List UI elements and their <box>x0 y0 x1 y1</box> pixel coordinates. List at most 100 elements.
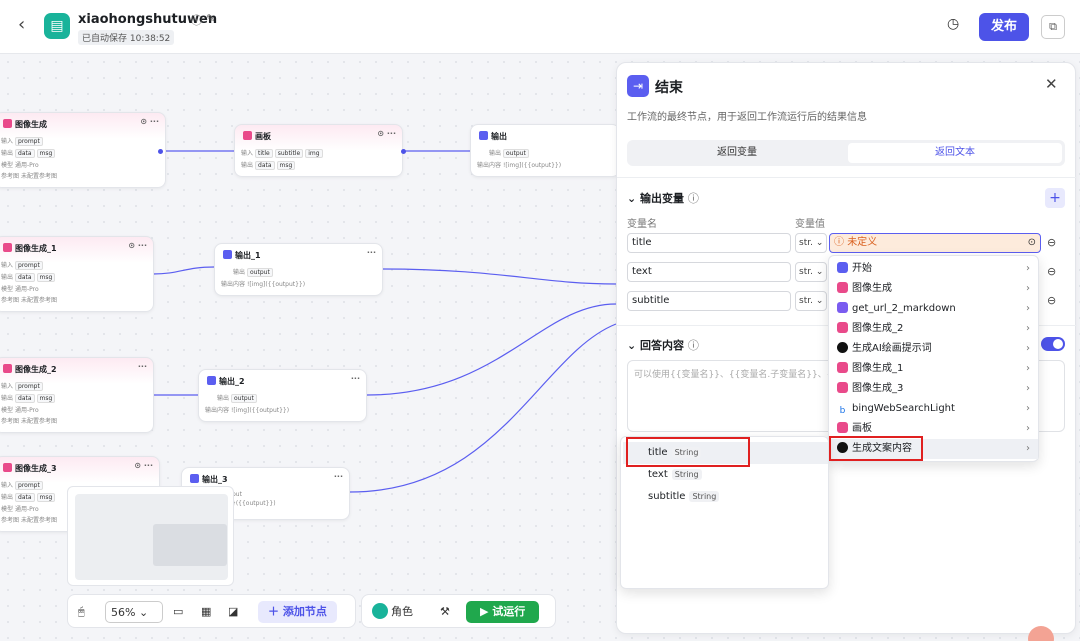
node-menu-icon[interactable]: ⊙ ··· <box>134 461 153 470</box>
zoom-select[interactable]: 56% ⌄ <box>105 601 163 623</box>
dropdown-item[interactable]: 图像生成_1 › <box>831 359 1038 379</box>
edge <box>349 323 617 493</box>
node-picker-dropdown: 开始 › 图像生成 › get_url_2_markdown › 图像生成_2 › 生成… <box>828 255 1039 462</box>
layout-icon[interactable]: ▦ <box>201 601 211 623</box>
output-icon <box>223 250 232 259</box>
board-icon <box>243 131 252 140</box>
publish-button[interactable]: 发布 <box>979 13 1029 41</box>
output-section-title[interactable]: ⌄ 输出变量 ⓘ <box>627 190 699 206</box>
add-variable-button[interactable]: + <box>1045 188 1065 208</box>
minimap-icon[interactable]: ◪ <box>228 601 238 623</box>
chevron-left-icon[interactable]: ‹ <box>18 14 25 35</box>
app-logo: ▤ <box>44 13 70 39</box>
dropdown-item[interactable]: b bingWebSearchLight › <box>831 399 1038 419</box>
tab-return-variables[interactable]: 返回变量 <box>630 143 844 163</box>
variable-option[interactable]: text String <box>623 464 828 486</box>
image-gen-node[interactable]: 图像生成_2 ··· 输入 prompt 输出 data msg 模型 通用-Pro 参… <box>0 357 154 433</box>
node-row: 输出 data msg <box>0 271 153 283</box>
remove-variable-icon[interactable]: ⊖ <box>1047 236 1056 249</box>
image-gen-icon <box>3 364 12 373</box>
node-row: 输出 data msg <box>0 147 165 159</box>
info-icon[interactable]: ⓘ <box>191 12 202 28</box>
chevron-right-icon: › <box>1026 283 1030 294</box>
history-icon[interactable]: ◷ <box>947 16 959 32</box>
node-menu-icon[interactable]: ··· <box>334 472 343 481</box>
var-name-input[interactable]: text <box>627 262 791 282</box>
edit-icon[interactable]: ✎ <box>206 12 215 25</box>
chevron-right-icon: › <box>1026 363 1030 374</box>
minimap-canvas <box>75 494 228 580</box>
minimap[interactable] <box>67 486 234 586</box>
node-menu-icon[interactable]: ··· <box>351 374 360 383</box>
output-node[interactable]: 输出_2 ··· 输出 output 输出内容 ![img]({{output}}) <box>198 369 367 422</box>
image-gen-node[interactable]: 图像生成 ⊙ ··· 输入 prompt 输出 data msg 模型 通用-Pro 参… <box>0 112 166 188</box>
node-menu-icon[interactable]: ⊙ ··· <box>377 129 396 138</box>
comment-icon[interactable]: ▭ <box>173 601 183 623</box>
close-icon[interactable]: ✕ <box>1045 75 1058 93</box>
return-tabs: 返回变量 返回文本 <box>627 140 1065 166</box>
output-node[interactable]: 输出_1 ··· 输出 output 输出内容 ![img]({{output}}) <box>214 243 383 296</box>
end-icon: ⇥ <box>627 75 649 97</box>
node-row: 输入 prompt <box>0 135 165 147</box>
dropdown-item[interactable]: get_url_2_markdown › <box>831 299 1038 319</box>
image-gen-icon <box>837 322 848 333</box>
node-menu-icon[interactable]: ··· <box>138 362 147 371</box>
chevron-right-icon: › <box>1026 343 1030 354</box>
dropdown-item[interactable]: 开始 › <box>831 259 1038 279</box>
image-gen-icon <box>3 243 12 252</box>
node-menu-icon[interactable]: ··· <box>367 248 376 257</box>
debug-icon[interactable]: ⚒ <box>440 601 450 623</box>
node-menu-icon[interactable]: ⊙ ··· <box>128 241 147 250</box>
node-row: 输出 data msg <box>0 392 153 404</box>
duplicate-icon[interactable]: ⧉ <box>1041 15 1065 39</box>
role-button[interactable]: 角色 <box>372 601 413 623</box>
stream-toggle[interactable] <box>1041 337 1065 351</box>
node-title: 输出 <box>491 132 507 141</box>
dropdown-item[interactable]: 图像生成_2 › <box>831 319 1038 339</box>
var-name-input[interactable]: subtitle <box>627 291 791 311</box>
dropdown-item[interactable]: 图像生成_3 › <box>831 379 1038 399</box>
node-row: 输出内容 ![img]({{output}}) <box>205 407 290 414</box>
chevron-right-icon: › <box>1026 323 1030 334</box>
info-icon: ⓘ <box>687 192 699 205</box>
image-gen-icon <box>837 382 848 393</box>
remove-variable-icon[interactable]: ⊖ <box>1047 294 1056 307</box>
var-type-select[interactable]: str. ⌄ <box>795 291 827 311</box>
node-row: 输出 output <box>215 266 382 278</box>
chevron-right-icon: › <box>1026 263 1030 274</box>
output-port[interactable] <box>401 149 406 154</box>
image-gen-icon <box>3 463 12 472</box>
start-icon <box>837 262 848 273</box>
node-menu-icon[interactable]: ⊙ ··· <box>140 117 159 126</box>
var-type-select[interactable]: str. ⌄ <box>795 262 827 282</box>
dropdown-item[interactable]: 生成AI绘画提示词 › <box>831 339 1038 359</box>
panel-description: 工作流的最终节点，用于返回工作流运行后的结果信息 <box>627 112 867 123</box>
var-name-input[interactable]: title <box>627 233 791 253</box>
mouse-icon[interactable]: 🖱 <box>78 601 85 623</box>
canvas-toolbar: 🖱 56% ⌄ ▭ ▦ ◪ ＋ 添加节点 <box>67 594 356 628</box>
image-gen-node[interactable]: 图像生成_1 ⊙ ··· 输入 prompt 输出 data msg 模型 通用-Pro… <box>0 236 154 312</box>
node-title: 画板 <box>255 132 271 141</box>
node-title: 图像生成_3 <box>15 464 57 473</box>
answer-section-title[interactable]: ⌄ 回答内容 ⓘ <box>627 337 699 353</box>
test-run-button[interactable]: ▶ 试运行 <box>466 601 540 623</box>
edge <box>366 303 617 396</box>
remove-variable-icon[interactable]: ⊖ <box>1047 265 1056 278</box>
node-row: 参考图 未配置参考图 <box>1 418 57 425</box>
divider <box>617 177 1077 178</box>
node-title: 输出_3 <box>202 475 228 484</box>
output-port[interactable] <box>158 149 163 154</box>
dropdown-item[interactable]: 图像生成 › <box>831 279 1038 299</box>
col-var-value: 变量值 <box>795 219 825 230</box>
board-node[interactable]: 画板 ⊙ ··· 输入 title subtitle img 输出 data msg <box>234 124 406 177</box>
minimap-viewport[interactable] <box>153 524 227 566</box>
output-node[interactable]: 输出 输出 output 输出内容 ![img]({{output}}) <box>470 124 620 177</box>
add-node-button[interactable]: ＋ 添加节点 <box>258 601 337 623</box>
var-type-select[interactable]: str. ⌄ <box>795 233 827 253</box>
var-value-select[interactable]: ⓘ 未定义 ⊙ <box>829 233 1041 253</box>
node-row: 输出 output <box>471 147 619 159</box>
output-icon <box>190 474 199 483</box>
tab-return-text[interactable]: 返回文本 <box>848 143 1062 163</box>
node-row: 输出 data msg <box>235 159 402 171</box>
variable-option[interactable]: subtitle String <box>623 486 828 508</box>
